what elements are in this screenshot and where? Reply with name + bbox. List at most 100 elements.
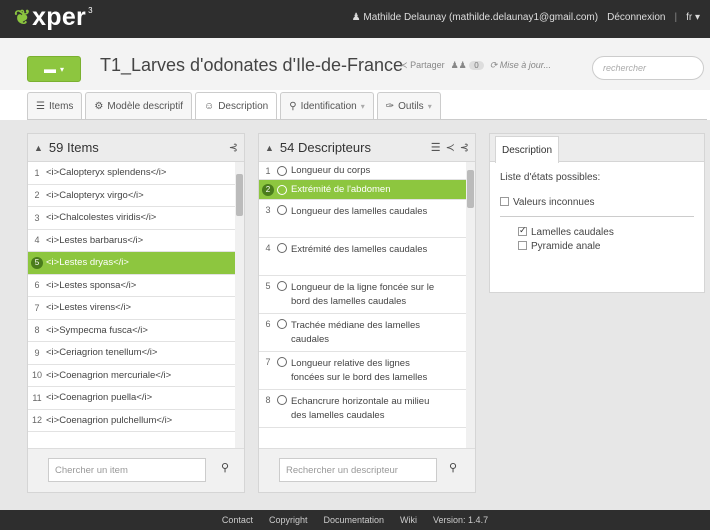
list-item[interactable]: 7 <i>Lestes virens</i> <box>28 297 244 320</box>
user-nav: ♟ Mathilde Delaunay (mathilde.delaunay1@… <box>352 12 700 23</box>
list-item[interactable]: 4 <i>Lestes barbarus</i> <box>28 230 244 252</box>
categorical-descriptor-icon <box>277 319 287 329</box>
global-search-input[interactable]: rechercher <box>592 56 704 80</box>
item-number: 1 <box>34 167 40 178</box>
descriptor-number: 2 <box>262 183 274 196</box>
descriptors-panel-tools: ☰ ≺ ⊰ <box>431 141 469 154</box>
descriptors-panel-header: ▲ 54 Descripteurs ☰ ≺ ⊰ <box>259 134 475 162</box>
numeric-descriptor-icon <box>277 205 287 215</box>
description-panel: Description Liste d'états possibles: Val… <box>489 133 705 293</box>
items-scrollbar[interactable] <box>235 162 244 448</box>
item-label: <i>Coenagrion pulchellum</i> <box>46 414 173 426</box>
collapse-icon[interactable]: ▲ <box>34 143 43 153</box>
divider <box>500 216 694 217</box>
xper-logo[interactable]: ❦ xper 3 <box>14 3 93 32</box>
logout-link[interactable]: Déconnexion <box>607 12 665 23</box>
folder-icon: ▬ <box>43 62 56 76</box>
descriptors-scroll-thumb[interactable] <box>467 170 474 208</box>
item-label: <i>Sympecma fusca</i> <box>46 324 148 336</box>
item-label: <i>Lestes dryas</i> <box>46 257 129 269</box>
nav-divider: | <box>674 12 678 23</box>
share-button[interactable]: ≺ Partager <box>400 60 445 71</box>
add-descriptor-icon[interactable]: ⊰ <box>460 141 469 154</box>
list-item-selected[interactable]: 2 Extrémité de l'abdomen <box>259 180 475 200</box>
item-number: 9 <box>34 347 40 358</box>
add-item-icon[interactable]: ⊰ <box>229 141 238 154</box>
list-item[interactable]: 1 <i>Calopteryx splendens</i> <box>28 162 244 185</box>
search-icon[interactable]: ⚲ <box>221 461 229 474</box>
items-panel: ▲ 59 Items ⊰ 1 <i>Calopteryx splendens</i… <box>27 133 245 493</box>
item-number: 11 <box>32 392 42 403</box>
list-item[interactable]: 6 Trachée médiane des lamelles caudales <box>259 314 475 352</box>
user-name: Mathilde Delaunay (mathilde.delaunay1@gm… <box>363 12 599 23</box>
list-item[interactable]: 10 <i>Coenagrion mercuriale</i> <box>28 365 244 387</box>
tab-description-label: Description <box>218 101 269 112</box>
footer-contact-link[interactable]: Contact <box>222 515 253 525</box>
footer-documentation-link[interactable]: Documentation <box>323 515 384 525</box>
list-item[interactable]: 2 <i>Calopteryx virgo</i> <box>28 185 244 207</box>
item-search-input[interactable]: Chercher un item <box>48 458 206 482</box>
descriptor-search-input[interactable]: Rechercher un descripteur <box>279 458 437 482</box>
state-option[interactable]: Pyramide anale <box>518 241 694 252</box>
descriptors-list: 1 Longueur du corps 2 Extrémité de l'abdom… <box>259 162 475 448</box>
list-item[interactable]: 7 Longueur relative des lignes foncées su… <box>259 352 475 390</box>
tab-identification[interactable]: ⚲ Identification ▾ <box>280 92 374 119</box>
list-item[interactable]: 4 Extrémité des lamelles caudales <box>259 238 475 276</box>
collapse-icon[interactable]: ▲ <box>265 143 274 153</box>
descriptor-label: Echancrure horizontale au milieu des lam… <box>291 396 430 421</box>
tab-description[interactable]: ☺ Description <box>194 92 278 120</box>
tab-tools[interactable]: ✑ Outils ▾ <box>376 92 441 119</box>
descriptors-panel-title: 54 Descripteurs <box>279 140 371 155</box>
tab-items-label: Items <box>48 100 74 112</box>
descriptor-number: 5 <box>265 281 271 291</box>
search-icon[interactable]: ⚲ <box>449 461 457 474</box>
user-menu[interactable]: ♟ Mathilde Delaunay (mathilde.delaunay1@… <box>352 12 598 23</box>
project-title: T1_Larves d'odonates d'Ile-de-France <box>100 55 404 75</box>
categorical-descriptor-icon <box>277 281 287 291</box>
chevron-down-icon: ▾ <box>360 101 365 111</box>
state-label: Lamelles caudales <box>531 227 614 238</box>
state-checkbox-checked[interactable] <box>518 225 527 236</box>
items-scroll-thumb[interactable] <box>236 174 243 216</box>
chevron-down-icon: ▾ <box>694 12 700 23</box>
item-number: 2 <box>34 190 40 201</box>
item-label: <i>Calopteryx virgo</i> <box>46 189 144 201</box>
list-item[interactable]: 3 Longueur des lamelles caudales <box>259 200 475 238</box>
list-item[interactable]: 9 <i>Ceriagrion tenellum</i> <box>28 342 244 365</box>
categorical-descriptor-icon <box>277 243 287 253</box>
tab-items[interactable]: ☰ Items <box>27 92 83 119</box>
list-item[interactable]: 8 <i>Sympecma fusca</i> <box>28 320 244 342</box>
tab-descriptive-model[interactable]: ⚙ Modèle descriptif <box>85 92 192 119</box>
state-option[interactable]: Lamelles caudales <box>518 225 694 238</box>
list-item[interactable]: 8 Echancrure horizontale au milieu des la… <box>259 390 475 428</box>
chevron-down-icon: ▾ <box>427 101 432 111</box>
menu-icon[interactable]: ☰ <box>431 141 441 154</box>
user-icon: ♟ <box>351 12 361 23</box>
descriptors-scrollbar[interactable] <box>466 162 475 448</box>
list-item[interactable]: 3 <i>Chalcolestes viridis</i> <box>28 207 244 230</box>
list-item-selected[interactable]: 5 <i>Lestes dryas</i> <box>28 252 244 275</box>
list-item[interactable]: 6 <i>Lestes sponsa</i> <box>28 275 244 297</box>
collaborators-button[interactable]: ♟♟ 0 <box>451 60 484 71</box>
project-menu-button[interactable]: ▬ ▾ <box>27 56 81 82</box>
logo-superscript: 3 <box>88 6 93 15</box>
update-button[interactable]: ⟳ Mise à jour... <box>490 60 551 71</box>
item-label: <i>Chalcolestes viridis</i> <box>46 212 157 224</box>
language-selector[interactable]: fr ▾ <box>686 12 700 23</box>
descriptors-panel: ▲ 54 Descripteurs ☰ ≺ ⊰ 1 Longueur du cor… <box>258 133 476 493</box>
state-checkbox[interactable] <box>518 241 527 250</box>
list-item[interactable]: 11 <i>Coenagrion puella</i> <box>28 387 244 410</box>
descriptor-number: 6 <box>265 319 271 329</box>
share-icon[interactable]: ≺ <box>446 141 455 154</box>
list-item[interactable]: 12 <i>Coenagrion pulchellum</i> <box>28 410 244 432</box>
item-number: 7 <box>34 302 40 313</box>
leaf-icon: ❦ <box>14 7 32 29</box>
tab-description-detail[interactable]: Description <box>495 136 560 163</box>
footer-wiki-link[interactable]: Wiki <box>400 515 417 525</box>
list-item[interactable]: 1 Longueur du corps <box>259 162 475 180</box>
list-item[interactable]: 5 Longueur de la ligne foncée sur le bord… <box>259 276 475 314</box>
unknown-values-checkbox[interactable] <box>500 197 509 206</box>
footer-copyright-link[interactable]: Copyright <box>269 515 308 525</box>
unknown-values-option[interactable]: Valeurs inconnues <box>500 197 694 208</box>
unknown-values-label: Valeurs inconnues <box>513 197 595 208</box>
